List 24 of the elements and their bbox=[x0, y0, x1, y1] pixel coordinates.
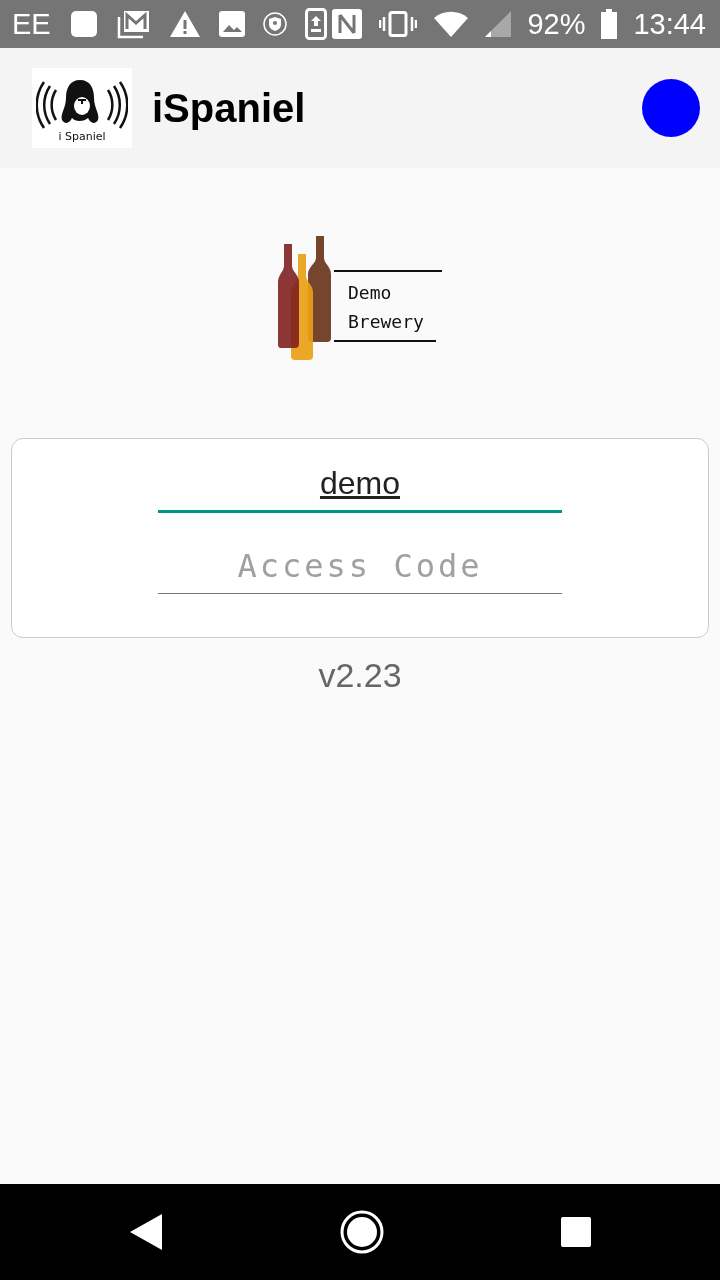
phone-upload-icon bbox=[304, 8, 327, 40]
carrier-name: EE bbox=[12, 7, 51, 41]
nfc-icon bbox=[331, 8, 364, 40]
username-field[interactable]: demo bbox=[158, 461, 562, 513]
version-label: v2.23 bbox=[318, 656, 402, 695]
app-title: iSpaniel bbox=[152, 85, 307, 131]
battery-percent: 92% bbox=[527, 7, 586, 41]
mail-icon bbox=[116, 9, 151, 39]
signal-icon bbox=[485, 11, 512, 37]
image-icon bbox=[218, 11, 245, 37]
brand-name: Demo bbox=[347, 281, 393, 305]
clock: 13:44 bbox=[633, 7, 706, 41]
app-icon bbox=[68, 9, 99, 39]
shield-icon bbox=[262, 12, 287, 36]
brand-name: Brewery bbox=[347, 310, 425, 334]
back-icon[interactable] bbox=[128, 1213, 163, 1251]
access-code-field[interactable]: Access Code bbox=[158, 543, 562, 594]
recents-icon[interactable] bbox=[561, 1217, 592, 1247]
battery-icon bbox=[601, 9, 618, 39]
wifi-icon bbox=[433, 10, 470, 38]
logo-text: i Spaniel bbox=[58, 129, 106, 143]
home-icon[interactable] bbox=[340, 1210, 384, 1254]
warning-icon bbox=[168, 10, 201, 38]
vibrate-icon bbox=[379, 11, 418, 37]
